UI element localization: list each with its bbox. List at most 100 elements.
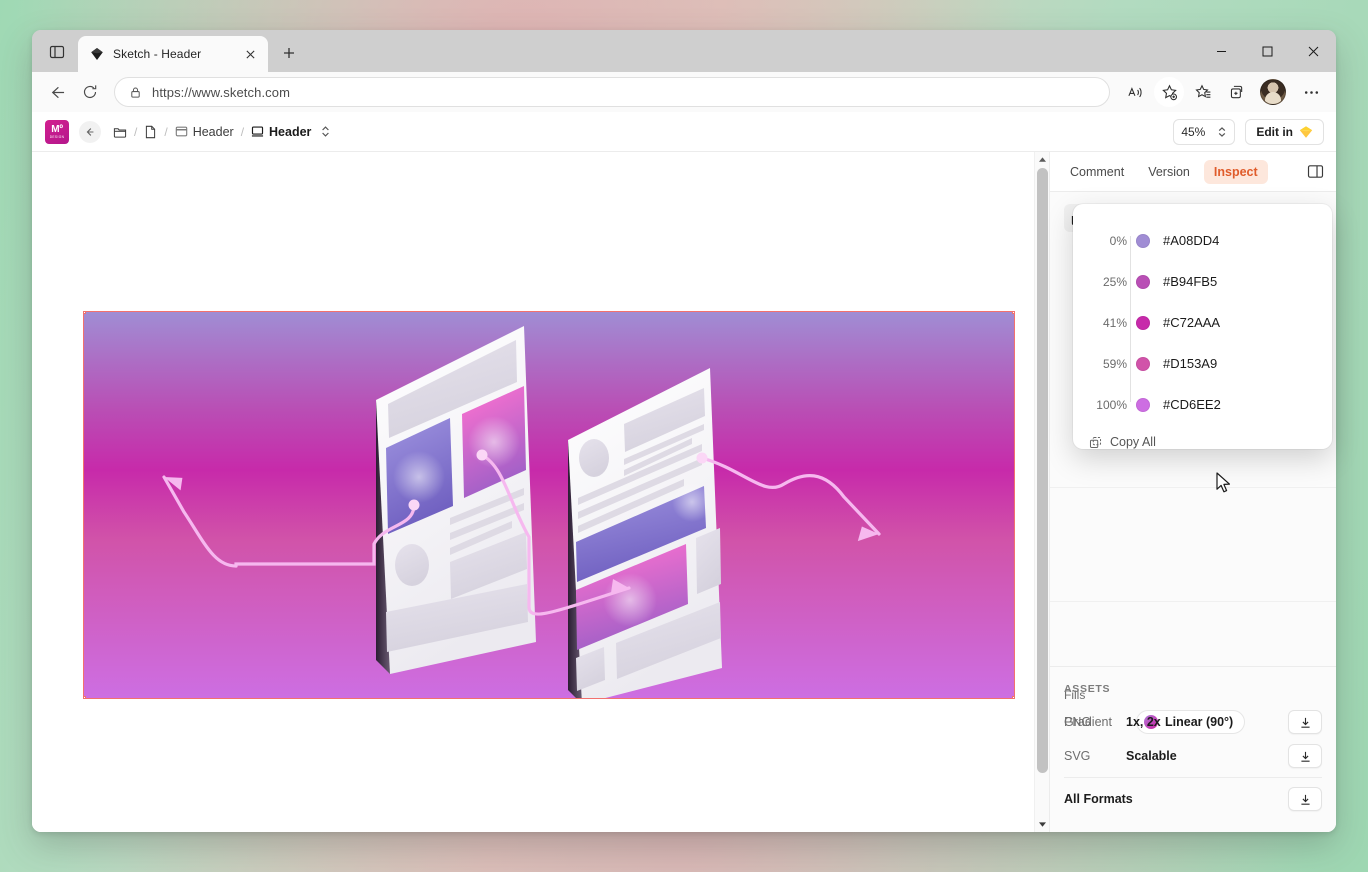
section-divider-2: [1050, 601, 1336, 602]
breadcrumb-screen-label: Header: [269, 125, 311, 139]
asset-row-all-formats: All Formats: [1064, 782, 1322, 816]
canvas-area[interactable]: [32, 152, 1049, 832]
zoom-level-value: 45%: [1181, 125, 1205, 139]
favorites-icon[interactable]: [1188, 77, 1218, 107]
asset-key: PNG: [1064, 715, 1126, 729]
stop-position: 0%: [1087, 234, 1127, 248]
asset-row-svg: SVG Scalable: [1064, 739, 1322, 773]
scroll-down-icon[interactable]: [1035, 817, 1050, 832]
breadcrumb: / / Header /: [113, 125, 331, 139]
gradient-stop-row[interactable]: 100% #CD6EE2: [1073, 384, 1332, 425]
breadcrumb-separator: /: [134, 125, 137, 139]
breadcrumb-separator-2: /: [164, 125, 167, 139]
lock-icon: [129, 86, 142, 99]
gradient-stops-popover: 0% #A08DD4 25% #B94FB5 41% #C72AAA 59% #…: [1073, 204, 1332, 449]
browser-address-bar: https://www.sketch.com: [32, 72, 1336, 112]
gradient-stop-row[interactable]: 41% #C72AAA: [1073, 302, 1332, 343]
stop-color-swatch[interactable]: [1136, 316, 1150, 330]
close-window-button[interactable]: [1290, 30, 1336, 72]
browser-tab[interactable]: Sketch - Header: [78, 36, 268, 72]
canvas-scrollbar[interactable]: [1034, 152, 1049, 832]
selection-handle-top-left[interactable]: [84, 312, 86, 314]
settings-more-icon[interactable]: [1296, 77, 1326, 107]
asset-value: 1x, 2x: [1126, 715, 1288, 729]
stop-hex[interactable]: #A08DD4: [1163, 233, 1219, 248]
section-divider-1: [1050, 487, 1336, 488]
breadcrumb-screen[interactable]: Header: [251, 125, 311, 139]
gradient-stop-row[interactable]: 59% #D153A9: [1073, 343, 1332, 384]
tab-version[interactable]: Version: [1138, 160, 1200, 184]
scroll-up-icon[interactable]: [1035, 152, 1050, 167]
breadcrumb-artboard[interactable]: Header: [175, 125, 234, 139]
stop-hex[interactable]: #B94FB5: [1163, 274, 1217, 289]
stop-position: 25%: [1087, 275, 1127, 289]
scrollbar-thumb[interactable]: [1037, 168, 1048, 773]
assets-divider: [1064, 777, 1322, 778]
inspector-tabs: Comment Version Inspect: [1050, 152, 1336, 192]
edit-in-sketch-button[interactable]: Edit in: [1245, 119, 1324, 145]
split-panel-icon[interactable]: [1302, 159, 1328, 185]
selection-handle-bottom-left[interactable]: [84, 696, 86, 698]
collections-icon[interactable]: [1222, 77, 1252, 107]
selection-handle-top-right[interactable]: [1012, 312, 1014, 314]
zoom-level-control[interactable]: 45%: [1173, 119, 1235, 145]
stop-hex[interactable]: #C72AAA: [1163, 315, 1220, 330]
breadcrumb-artboard-label: Header: [193, 125, 234, 139]
assets-section: ASSETS PNG 1x, 2x SVG: [1050, 666, 1336, 832]
stop-position: 59%: [1087, 357, 1127, 371]
chevron-updown-icon[interactable]: [1217, 126, 1227, 138]
maximize-button[interactable]: [1244, 30, 1290, 72]
workspace-logo[interactable]: Mº DESIGN: [45, 120, 69, 144]
copy-all-button[interactable]: Copy All: [1073, 425, 1332, 449]
selection-handle-bottom-right[interactable]: [1012, 696, 1014, 698]
gradient-stop-row[interactable]: 0% #A08DD4: [1073, 220, 1332, 261]
refresh-icon[interactable]: [74, 76, 106, 108]
minimize-button[interactable]: [1198, 30, 1244, 72]
browser-titlebar: Sketch - Header: [32, 30, 1336, 72]
all-formats-label: All Formats: [1064, 792, 1288, 806]
app-toolbar: Mº DESIGN /: [32, 112, 1336, 152]
copy-icon: [1089, 436, 1102, 449]
chevron-updown-icon[interactable]: [320, 125, 331, 138]
download-icon[interactable]: [1288, 710, 1322, 734]
tab-actions-icon[interactable]: [40, 35, 74, 69]
stop-position: 100%: [1087, 398, 1127, 412]
stop-hex[interactable]: #D153A9: [1163, 356, 1217, 371]
gradient-stop-row[interactable]: 25% #B94FB5: [1073, 261, 1332, 302]
edit-in-label: Edit in: [1256, 125, 1293, 139]
breadcrumb-document[interactable]: [144, 125, 157, 139]
sketch-diamond-icon: [90, 47, 104, 61]
assets-title: ASSETS: [1064, 683, 1322, 695]
stop-color-swatch[interactable]: [1136, 275, 1150, 289]
stop-hex[interactable]: #CD6EE2: [1163, 397, 1221, 412]
asset-key: SVG: [1064, 749, 1126, 763]
stop-position: 41%: [1087, 316, 1127, 330]
stop-color-swatch[interactable]: [1136, 357, 1150, 371]
stop-color-swatch[interactable]: [1136, 398, 1150, 412]
new-tab-button[interactable]: [274, 38, 304, 68]
profile-avatar[interactable]: [1260, 79, 1286, 105]
download-icon[interactable]: [1288, 744, 1322, 768]
tab-comment[interactable]: Comment: [1060, 160, 1134, 184]
read-aloud-icon[interactable]: [1120, 77, 1150, 107]
logo-mark: Mº: [51, 125, 62, 135]
asset-row-png: PNG 1x, 2x: [1064, 705, 1322, 739]
url-text: https://www.sketch.com: [152, 85, 290, 100]
sketch-diamond-icon: [1299, 125, 1313, 139]
artboard-header[interactable]: [84, 312, 1014, 698]
stop-color-swatch[interactable]: [1136, 234, 1150, 248]
tab-title: Sketch - Header: [113, 47, 231, 61]
breadcrumb-folder[interactable]: [113, 125, 127, 139]
back-button[interactable]: [79, 121, 101, 143]
logo-sub: DESIGN: [50, 135, 65, 139]
copy-all-label: Copy All: [1110, 435, 1156, 449]
url-input[interactable]: https://www.sketch.com: [114, 77, 1110, 107]
download-icon[interactable]: [1288, 787, 1322, 811]
back-icon[interactable]: [40, 76, 72, 108]
breadcrumb-separator-3: /: [241, 125, 244, 139]
tab-inspect[interactable]: Inspect: [1204, 160, 1268, 184]
add-favorite-icon[interactable]: [1154, 77, 1184, 107]
close-icon[interactable]: [240, 44, 260, 64]
artboard-illustration: [84, 312, 1014, 698]
asset-value: Scalable: [1126, 749, 1288, 763]
